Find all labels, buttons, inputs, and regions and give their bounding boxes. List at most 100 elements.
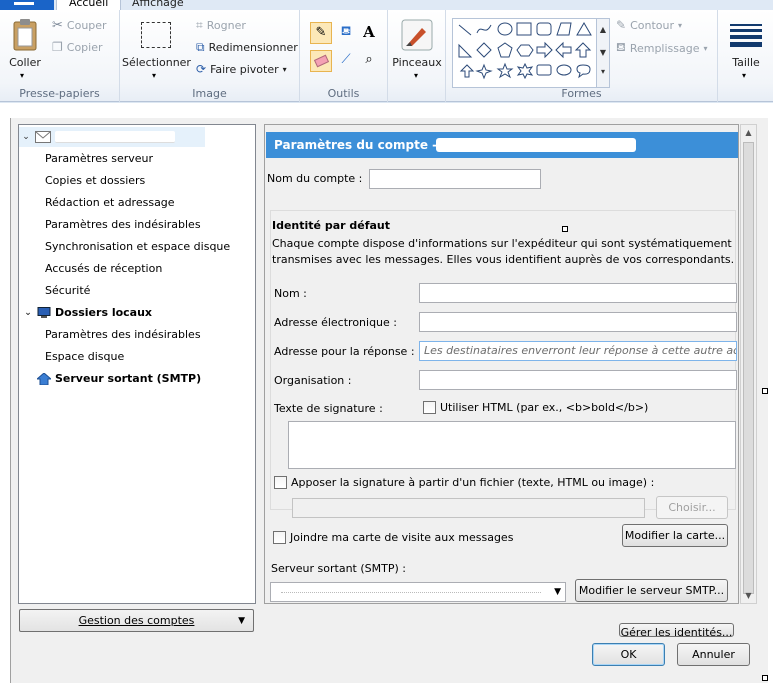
tree-item-composition[interactable]: Rédaction et adressage [45, 193, 175, 213]
account-name-field[interactable] [369, 169, 541, 189]
scroll-up-icon[interactable]: ▲ [741, 125, 756, 140]
shapes-gallery-scroll[interactable]: ▲ ▼ ▾ [596, 18, 610, 88]
color-picker-icon[interactable]: ⟋ [335, 50, 357, 72]
edit-card-button[interactable]: Modifier la carte... [622, 524, 728, 547]
fill-button[interactable]: ⛾ Remplissage ▾ [616, 40, 708, 56]
chevron-down-icon: ▾ [703, 43, 708, 53]
group-tools: ✎ ⛾ A ⟋ ⌕ Outils [300, 10, 388, 102]
brushes-button[interactable]: Pinceaux ▾ [390, 14, 444, 80]
paste-button[interactable]: Coller ▾ [4, 14, 46, 80]
fill-label: Remplissage [629, 41, 700, 55]
size-button[interactable]: Taille ▾ [722, 14, 770, 80]
signature-label: Texte de signature : [274, 402, 383, 415]
group-size: Taille ▾ [718, 10, 773, 102]
identity-heading: Identité par défaut [272, 219, 391, 232]
chevron-down-icon: ⌄ [22, 132, 30, 142]
outline-button[interactable]: ✎ Contour ▾ [616, 18, 682, 32]
reply-to-field[interactable]: Les destinataires enverront leur réponse… [419, 341, 737, 361]
checkbox-icon [273, 531, 286, 544]
pencil-icon[interactable]: ✎ [310, 22, 332, 44]
outgoing-server-icon [37, 373, 51, 385]
brushes-label: Pinceaux [392, 56, 442, 69]
signature-textarea[interactable] [288, 421, 736, 469]
selection-handle[interactable] [762, 388, 768, 394]
identity-description-line1: Chaque compte dispose d'informations sur… [272, 237, 732, 250]
tree-local-folders[interactable]: ⌄ Dossiers locaux [23, 303, 152, 323]
identity-description-line2: transmises avec les messages. Elles vous… [272, 253, 735, 266]
magnifier-icon[interactable]: ⌕ [358, 50, 380, 72]
scissors-icon: ✂ [52, 18, 63, 33]
name-label: Nom : [274, 287, 307, 300]
scroll-thumb[interactable] [743, 142, 754, 594]
smtp-label: Serveur sortant (SMTP) : [271, 562, 406, 575]
account-settings-panel: Paramètres du compte - Nom du compte : I… [264, 124, 739, 604]
email-field[interactable] [419, 312, 737, 332]
eraser-icon[interactable] [310, 50, 332, 72]
settings-scrollbar[interactable]: ▲ ▼ [740, 124, 757, 604]
tree-item-receipts[interactable]: Accusés de réception [45, 259, 162, 279]
group-clipboard: Coller ▾ ✂ Couper ❐ Copier Presse-papier… [0, 10, 120, 102]
cut-button[interactable]: ✂ Couper [52, 18, 107, 33]
text-tool-icon[interactable]: A [358, 22, 380, 44]
rotate-button[interactable]: ⟳ Faire pivoter ▾ [196, 62, 287, 76]
resize-button[interactable]: ⧉ Redimensionner [196, 40, 298, 55]
smtp-server-select[interactable]: ▼ [270, 582, 566, 602]
tree-account-root[interactable]: ⌄ [19, 127, 205, 147]
copy-button[interactable]: ❐ Copier [52, 40, 103, 54]
attach-signature-file-label: Apposer la signature à partir d'un fichi… [291, 476, 655, 489]
organization-field[interactable] [419, 370, 737, 390]
group-image: Sélectionner ▾ ⌗ Rogner ⧉ Redimensionner… [120, 10, 300, 102]
fill-bucket-icon[interactable]: ⛾ [335, 22, 357, 44]
outline-label: Contour [630, 18, 674, 32]
group-brushes: Pinceaux ▾ [388, 10, 446, 102]
edit-smtp-button[interactable]: Modifier le serveur SMTP... [575, 579, 728, 602]
redacted-smtp-value [281, 592, 541, 593]
group-label-clipboard: Presse-papiers [19, 87, 100, 100]
expand-icon: ▾ [600, 67, 605, 76]
tree-item-security[interactable]: Sécurité [45, 281, 90, 301]
shapes-gallery[interactable] [452, 18, 600, 88]
account-tree[interactable]: ⌄ Paramètres serveur Copies et dossiers … [18, 124, 256, 604]
cancel-button[interactable]: Annuler [677, 643, 750, 666]
chevron-down-icon: ▾ [742, 71, 747, 80]
tree-outgoing-server[interactable]: Serveur sortant (SMTP) [37, 369, 201, 389]
tree-outgoing-server-label: Serveur sortant (SMTP) [55, 372, 202, 385]
canvas-area: ⌄ Paramètres serveur Copies et dossiers … [0, 103, 773, 683]
shapes-icons [458, 22, 592, 80]
tree-item-local-junk[interactable]: Paramètres des indésirables [45, 325, 201, 345]
tree-item-server-settings[interactable]: Paramètres serveur [45, 149, 153, 169]
tree-item-copies-folders[interactable]: Copies et dossiers [45, 171, 145, 191]
attach-vcard-checkbox[interactable]: Joindre ma carte de visite aux messages [273, 531, 513, 544]
tree-item-sync-disk[interactable]: Synchronisation et espace disque [45, 237, 230, 257]
rotate-label: Faire pivoter [210, 62, 279, 76]
attach-signature-file-checkbox[interactable]: Apposer la signature à partir d'un fichi… [274, 476, 654, 489]
size-label: Taille [732, 56, 760, 69]
tree-item-disk-space[interactable]: Espace disque [45, 347, 124, 367]
selection-handle[interactable] [562, 226, 568, 232]
chevron-down-icon: ▼ [599, 48, 607, 57]
redacted-account-title [436, 138, 636, 152]
choose-file-button[interactable]: Choisir... [656, 496, 728, 519]
selection-handle[interactable] [762, 675, 768, 681]
resize-icon: ⧉ [196, 40, 205, 54]
account-actions-button[interactable]: Gestion des comptes ▼ [19, 609, 254, 632]
manage-identities-button[interactable]: Gérer les identités... [619, 623, 734, 637]
scroll-down-icon[interactable]: ▼ [741, 588, 756, 603]
attach-vcard-label: Joindre ma carte de visite aux messages [290, 531, 514, 544]
account-name-label: Nom du compte : [267, 172, 363, 185]
panel-title: Paramètres du compte - [274, 138, 438, 152]
tree-item-junk-settings[interactable]: Paramètres des indésirables [45, 215, 201, 235]
mail-icon [35, 131, 51, 143]
paste-icon [13, 19, 37, 51]
signature-file-path[interactable] [292, 498, 645, 518]
use-html-checkbox[interactable]: Utiliser HTML (par ex., <b>bold</b>) [423, 401, 648, 414]
crop-button[interactable]: ⌗ Rogner [196, 18, 246, 33]
cut-label: Couper [66, 19, 107, 32]
name-field[interactable] [419, 283, 737, 303]
ok-button[interactable]: OK [592, 643, 665, 666]
select-button[interactable]: Sélectionner ▾ [122, 14, 191, 80]
group-label-image: Image [192, 87, 227, 100]
resize-label: Redimensionner [208, 41, 298, 54]
app-menu-button[interactable] [0, 0, 54, 10]
copy-label: Copier [66, 40, 103, 54]
